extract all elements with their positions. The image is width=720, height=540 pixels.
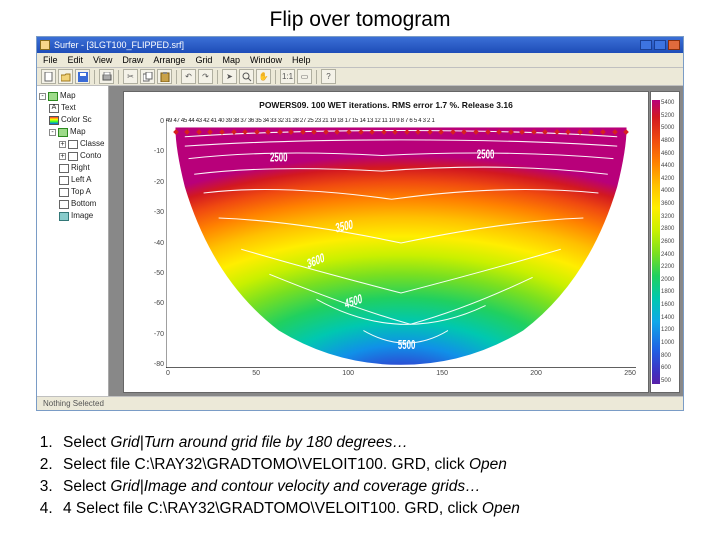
redo-icon[interactable]: ↷	[198, 69, 213, 84]
menu-help[interactable]: Help	[292, 55, 311, 65]
axis-icon	[59, 200, 69, 209]
paste-icon[interactable]	[157, 69, 172, 84]
copy-icon[interactable]	[140, 69, 155, 84]
map-icon	[58, 128, 68, 137]
tree-bottom[interactable]: Bottom	[71, 198, 96, 210]
color-legend: 5400 5200 5000 4800 4600 4400 4200 4000 …	[651, 92, 679, 392]
tree-conto[interactable]: Conto	[80, 150, 101, 162]
toolbar-main: ✂ ↶ ↷ ➤ ✋ 1:1 ▭ ?	[37, 68, 683, 86]
step-2: Select file C:\RAY32\GRADTOMO\VELOIT100.…	[57, 454, 520, 476]
app-icon	[40, 40, 50, 50]
maximize-button[interactable]	[654, 40, 666, 50]
step-3: Select Grid|Image and contour velocity a…	[57, 476, 520, 498]
menu-map[interactable]: Map	[222, 55, 240, 65]
image-icon	[59, 212, 69, 221]
new-icon[interactable]	[41, 69, 56, 84]
plot-paper: POWERS09. 100 WET iterations. RMS error …	[124, 92, 648, 392]
instruction-list: Select Grid|Turn around grid file by 180…	[27, 432, 520, 520]
colorscale-icon	[49, 116, 59, 125]
undo-icon[interactable]: ↶	[181, 69, 196, 84]
open-icon[interactable]	[58, 69, 73, 84]
collapse-icon[interactable]: -	[39, 93, 46, 100]
status-text: Nothing Selected	[43, 399, 104, 408]
contour-icon	[68, 152, 78, 161]
tree-image[interactable]: Image	[71, 210, 93, 222]
minimize-button[interactable]	[640, 40, 652, 50]
axis-icon	[59, 176, 69, 185]
menu-file[interactable]: File	[43, 55, 58, 65]
x-axis: 0 50 100 150 200 250	[166, 370, 636, 382]
tree-classe[interactable]: Classe	[80, 138, 104, 150]
tree-map2[interactable]: Map	[70, 126, 86, 138]
menu-window[interactable]: Window	[250, 55, 282, 65]
tree-colorscale[interactable]: Color Sc	[61, 114, 92, 126]
collapse-icon[interactable]: -	[49, 129, 56, 136]
help-icon[interactable]: ?	[321, 69, 336, 84]
tree-root[interactable]: Map	[60, 90, 76, 102]
svg-text:2500: 2500	[270, 151, 288, 166]
y-axis: 0 -10 -20 -30 -40 -50 -60 -70 -80	[146, 118, 164, 368]
zoom-actual-icon[interactable]: 1:1	[280, 69, 295, 84]
canvas[interactable]: POWERS09. 100 WET iterations. RMS error …	[109, 86, 683, 398]
map-icon	[48, 92, 58, 101]
class-icon	[68, 140, 78, 149]
step-1: Select Grid|Turn around grid file by 180…	[57, 432, 520, 454]
tree-left[interactable]: Left A	[71, 174, 91, 186]
surfer-window: Surfer - [3LGT100_FLIPPED.srf] File Edit…	[36, 36, 684, 411]
axis-icon	[59, 164, 69, 173]
print-icon[interactable]	[99, 69, 114, 84]
svg-text:2500: 2500	[477, 148, 495, 163]
save-icon[interactable]	[75, 69, 90, 84]
chart-title: POWERS09. 100 WET iterations. RMS error …	[124, 100, 648, 110]
text-icon: A	[49, 104, 59, 113]
menu-view[interactable]: View	[93, 55, 112, 65]
axis-icon	[59, 188, 69, 197]
menubar: File Edit View Draw Arrange Grid Map Win…	[37, 53, 683, 68]
hand-icon[interactable]: ✋	[256, 69, 271, 84]
svg-text:5500: 5500	[398, 338, 416, 353]
tree-text[interactable]: Text	[61, 102, 76, 114]
tomogram-image: 2500 2500 3500 3600 4500 5500	[166, 118, 636, 368]
menu-arrange[interactable]: Arrange	[153, 55, 185, 65]
chart-area: 49 47 45 44 43 42 41 40 39 38 37 36 35 3…	[166, 118, 636, 368]
expand-icon[interactable]: +	[59, 153, 66, 160]
zoom-page-icon[interactable]: ▭	[297, 69, 312, 84]
legend-gradient	[652, 100, 660, 384]
window-title: Surfer - [3LGT100_FLIPPED.srf]	[54, 40, 636, 50]
expand-icon[interactable]: +	[59, 141, 66, 148]
menu-draw[interactable]: Draw	[122, 55, 143, 65]
statusbar: Nothing Selected	[37, 396, 683, 410]
object-manager[interactable]: -Map AText Color Sc -Map +Classe +Conto …	[37, 86, 109, 398]
close-button[interactable]	[668, 40, 680, 50]
workspace: -Map AText Color Sc -Map +Classe +Conto …	[37, 86, 683, 398]
menu-grid[interactable]: Grid	[195, 55, 212, 65]
menu-edit[interactable]: Edit	[68, 55, 84, 65]
cut-icon[interactable]: ✂	[123, 69, 138, 84]
tree-right[interactable]: Right	[71, 162, 90, 174]
shot-markers	[166, 130, 636, 136]
pointer-icon[interactable]: ➤	[222, 69, 237, 84]
legend-ticks: 5400 5200 5000 4800 4600 4400 4200 4000 …	[661, 100, 674, 384]
tree-top[interactable]: Top A	[71, 186, 91, 198]
slide-title: Flip over tomogram	[0, 0, 720, 36]
step-4: 4 Select file C:\RAY32\GRADTOMO\VELOIT10…	[57, 498, 520, 520]
window-controls	[640, 40, 680, 50]
zoom-icon[interactable]	[239, 69, 254, 84]
titlebar: Surfer - [3LGT100_FLIPPED.srf]	[37, 37, 683, 53]
